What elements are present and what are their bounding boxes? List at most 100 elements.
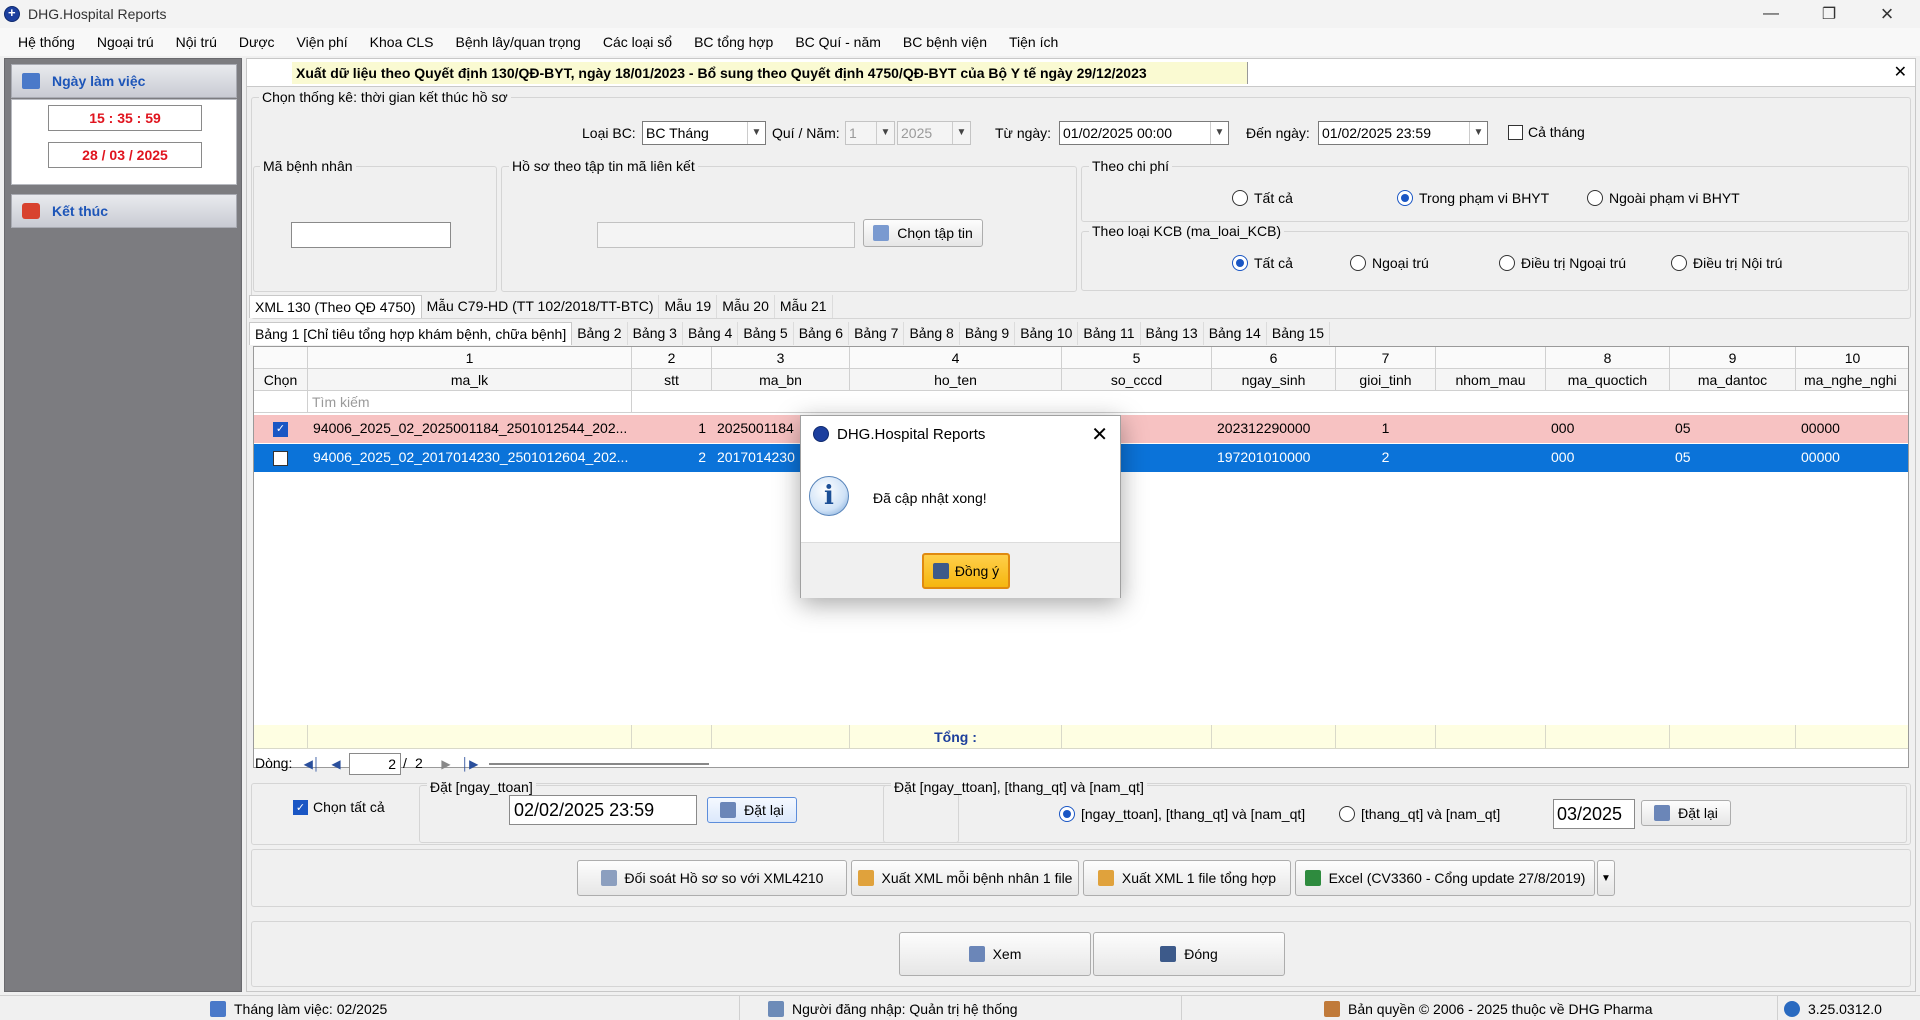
col-header-ma-dantoc[interactable]: ma_dantoc	[1670, 369, 1796, 391]
ttoan-datetime-input[interactable]: 02/02/2025 23:59	[509, 795, 697, 825]
tab-bang-4[interactable]: Bảng 4	[683, 322, 739, 345]
col-header-ngay-sinh[interactable]: ngay_sinh	[1212, 369, 1336, 391]
cell-ma-nghe-nghiep[interactable]: 00000	[1796, 444, 1908, 472]
set-all-radio[interactable]: [ngay_ttoan], [thang_qt] và [nam_qt]	[1059, 806, 1305, 822]
exit-button[interactable]: Kết thúc	[11, 194, 237, 228]
tab-bang-1[interactable]: Bảng 1 [Chỉ tiêu tổng hợp khám bệnh, chữ…	[249, 322, 573, 345]
next-page-icon[interactable]: ▶	[435, 754, 457, 774]
dialog-close-icon[interactable]: ✕	[1091, 422, 1108, 447]
tab-bang-2[interactable]: Bảng 2	[572, 322, 628, 345]
excel-export-button[interactable]: Excel (CV3360 - Cổng update 27/8/2019)	[1295, 860, 1595, 896]
menu-vien-phi[interactable]: Viện phí	[287, 34, 360, 50]
cost-out-bhyt-radio[interactable]: Ngoài phạm vi BHYT	[1587, 190, 1740, 206]
tab-mau21[interactable]: Mẫu 21	[775, 295, 833, 318]
row-checkbox[interactable]: ✓	[273, 421, 288, 437]
kcb-day-treatment-radio[interactable]: Điều trị Ngoại trú	[1499, 255, 1626, 271]
tab-bang-5[interactable]: Bảng 5	[738, 322, 794, 345]
tab-mau20[interactable]: Mẫu 20	[717, 295, 775, 318]
menu-bc-tong-hop[interactable]: BC tổng hợp	[684, 34, 785, 50]
col-header-nhom-mau[interactable]: nhom_mau	[1436, 369, 1546, 391]
col-header-stt[interactable]: stt	[632, 369, 712, 391]
cell-gioi-tinh[interactable]: 2	[1336, 444, 1436, 472]
export-xml-one-button[interactable]: Xuất XML 1 file tổng hợp	[1083, 860, 1291, 896]
filter-row-rest[interactable]	[632, 391, 1908, 413]
cell-ma-lk[interactable]: 94006_2025_02_2017014230_2501012604_202.…	[308, 444, 632, 472]
tab-bang-3[interactable]: Bảng 3	[628, 322, 683, 345]
close-tab-icon[interactable]: ✕	[1894, 62, 1907, 82]
row-select-cell[interactable]	[254, 444, 308, 472]
tab-mau19[interactable]: Mẫu 19	[659, 295, 718, 318]
kcb-all-radio[interactable]: Tất cả	[1232, 255, 1293, 271]
tab-bang-11[interactable]: Bảng 11	[1078, 322, 1141, 345]
col-header-ma-lk[interactable]: ma_lk	[308, 369, 632, 391]
col-header-ma-nghe-nghiep[interactable]: ma_nghe_nghi	[1796, 369, 1908, 391]
menu-benh-lay[interactable]: Bệnh lây/quan trọng	[446, 34, 593, 50]
cell-ma-nghe-nghiep[interactable]: 00000	[1796, 415, 1908, 443]
menu-duoc[interactable]: Dược	[229, 34, 287, 50]
row-checkbox[interactable]	[273, 450, 288, 466]
filter-row-search-input[interactable]: Tìm kiếm	[308, 391, 632, 413]
cell-ma-quoctich[interactable]: 000	[1546, 444, 1670, 472]
tab-bang-9[interactable]: Bảng 9	[960, 322, 1016, 345]
col-header-so-cccd[interactable]: so_cccd	[1062, 369, 1212, 391]
whole-month-checkbox[interactable]: Cả tháng	[1508, 124, 1585, 140]
menu-khoa-cls[interactable]: Khoa CLS	[360, 34, 446, 50]
tab-c79[interactable]: Mẫu C79-HD (TT 102/2018/TT-BTC)	[422, 295, 660, 318]
view-button[interactable]: Xem	[899, 932, 1091, 976]
col-header-ho-ten[interactable]: ho_ten	[850, 369, 1062, 391]
menu-he-thong[interactable]: Hệ thống	[8, 34, 87, 50]
set-month-radio[interactable]: [thang_qt] và [nam_qt]	[1339, 806, 1500, 822]
menu-noi-tru[interactable]: Nội trú	[166, 34, 229, 50]
year-select[interactable]: 2025 ▼	[897, 121, 971, 145]
menu-cac-loai-so[interactable]: Các loại sổ	[593, 34, 684, 50]
close-window-icon[interactable]: ×	[1864, 0, 1910, 28]
restore-icon[interactable]: ❐	[1806, 0, 1852, 28]
menu-bc-benh-vien[interactable]: BC bệnh viện	[893, 34, 999, 50]
col-header-ma-quoctich[interactable]: ma_quoctich	[1546, 369, 1670, 391]
menu-tien-ich[interactable]: Tiện ích	[999, 34, 1070, 50]
cost-all-radio[interactable]: Tất cả	[1232, 190, 1293, 206]
cell-ma-lk[interactable]: 94006_2025_02_2025001184_2501012544_202.…	[308, 415, 632, 443]
first-page-icon[interactable]: ◀│	[301, 754, 323, 774]
quarter-select[interactable]: 1 ▼	[845, 121, 895, 145]
cell-stt[interactable]: 2	[632, 444, 712, 472]
cell-gioi-tinh[interactable]: 1	[1336, 415, 1436, 443]
last-page-icon[interactable]: │▶	[459, 754, 481, 774]
reset-ttoan-button[interactable]: Đặt lại	[707, 797, 797, 823]
col-header-gioi-tinh[interactable]: gioi_tinh	[1336, 369, 1436, 391]
minimize-icon[interactable]: —	[1748, 0, 1794, 28]
kcb-inpatient-radio[interactable]: Điều trị Nội trú	[1671, 255, 1782, 271]
select-all-checkbox[interactable]: ✓ Chọn tất cả	[293, 799, 385, 815]
choose-file-button[interactable]: Chọn tập tin	[863, 219, 983, 247]
cell-ma-dantoc[interactable]: 05	[1670, 444, 1796, 472]
cell-ma-dantoc[interactable]: 05	[1670, 415, 1796, 443]
cell-ngay-sinh[interactable]: 197201010000	[1212, 444, 1336, 472]
export-xml-each-button[interactable]: Xuất XML mỗi bệnh nhân 1 file	[851, 860, 1079, 896]
month-year-input[interactable]: 03/2025	[1553, 799, 1635, 829]
reset-month-button[interactable]: Đặt lại	[1641, 800, 1731, 826]
tab-bang-14[interactable]: Bảng 14	[1204, 322, 1267, 345]
cost-in-bhyt-radio[interactable]: Trong phạm vi BHYT	[1397, 190, 1549, 206]
tab-bang-13[interactable]: Bảng 13	[1141, 322, 1204, 345]
compare-xml4210-button[interactable]: Đối soát Hồ sơ so với XML4210	[577, 860, 847, 896]
to-date-input[interactable]: 01/02/2025 23:59 ▼	[1318, 121, 1488, 145]
from-date-input[interactable]: 01/02/2025 00:00 ▼	[1059, 121, 1229, 145]
tab-bang-10[interactable]: Bảng 10	[1015, 322, 1079, 345]
tab-xml130[interactable]: XML 130 (Theo QĐ 4750)	[249, 295, 422, 318]
report-type-select[interactable]: BC Tháng ▼	[642, 121, 766, 145]
tab-bang-8[interactable]: Bảng 8	[904, 322, 960, 345]
file-path-input[interactable]	[597, 222, 855, 248]
workday-header[interactable]: Ngày làm việc	[11, 64, 237, 98]
kcb-outpatient-radio[interactable]: Ngoại trú	[1350, 255, 1429, 271]
tab-bang-15[interactable]: Bảng 15	[1267, 322, 1331, 345]
menu-ngoai-tru[interactable]: Ngoại trú	[87, 34, 166, 50]
row-select-cell[interactable]: ✓	[254, 415, 308, 443]
col-header-chon[interactable]: Chọn	[254, 369, 308, 391]
patient-id-input[interactable]	[291, 222, 451, 248]
tab-bang-6[interactable]: Bảng 6	[794, 322, 850, 345]
ok-button[interactable]: Đồng ý	[922, 553, 1010, 589]
tab-bang-7[interactable]: Bảng 7	[849, 322, 905, 345]
prev-page-icon[interactable]: ◀	[325, 754, 347, 774]
horizontal-scrollbar[interactable]	[489, 763, 709, 765]
close-button[interactable]: Đóng	[1093, 932, 1285, 976]
